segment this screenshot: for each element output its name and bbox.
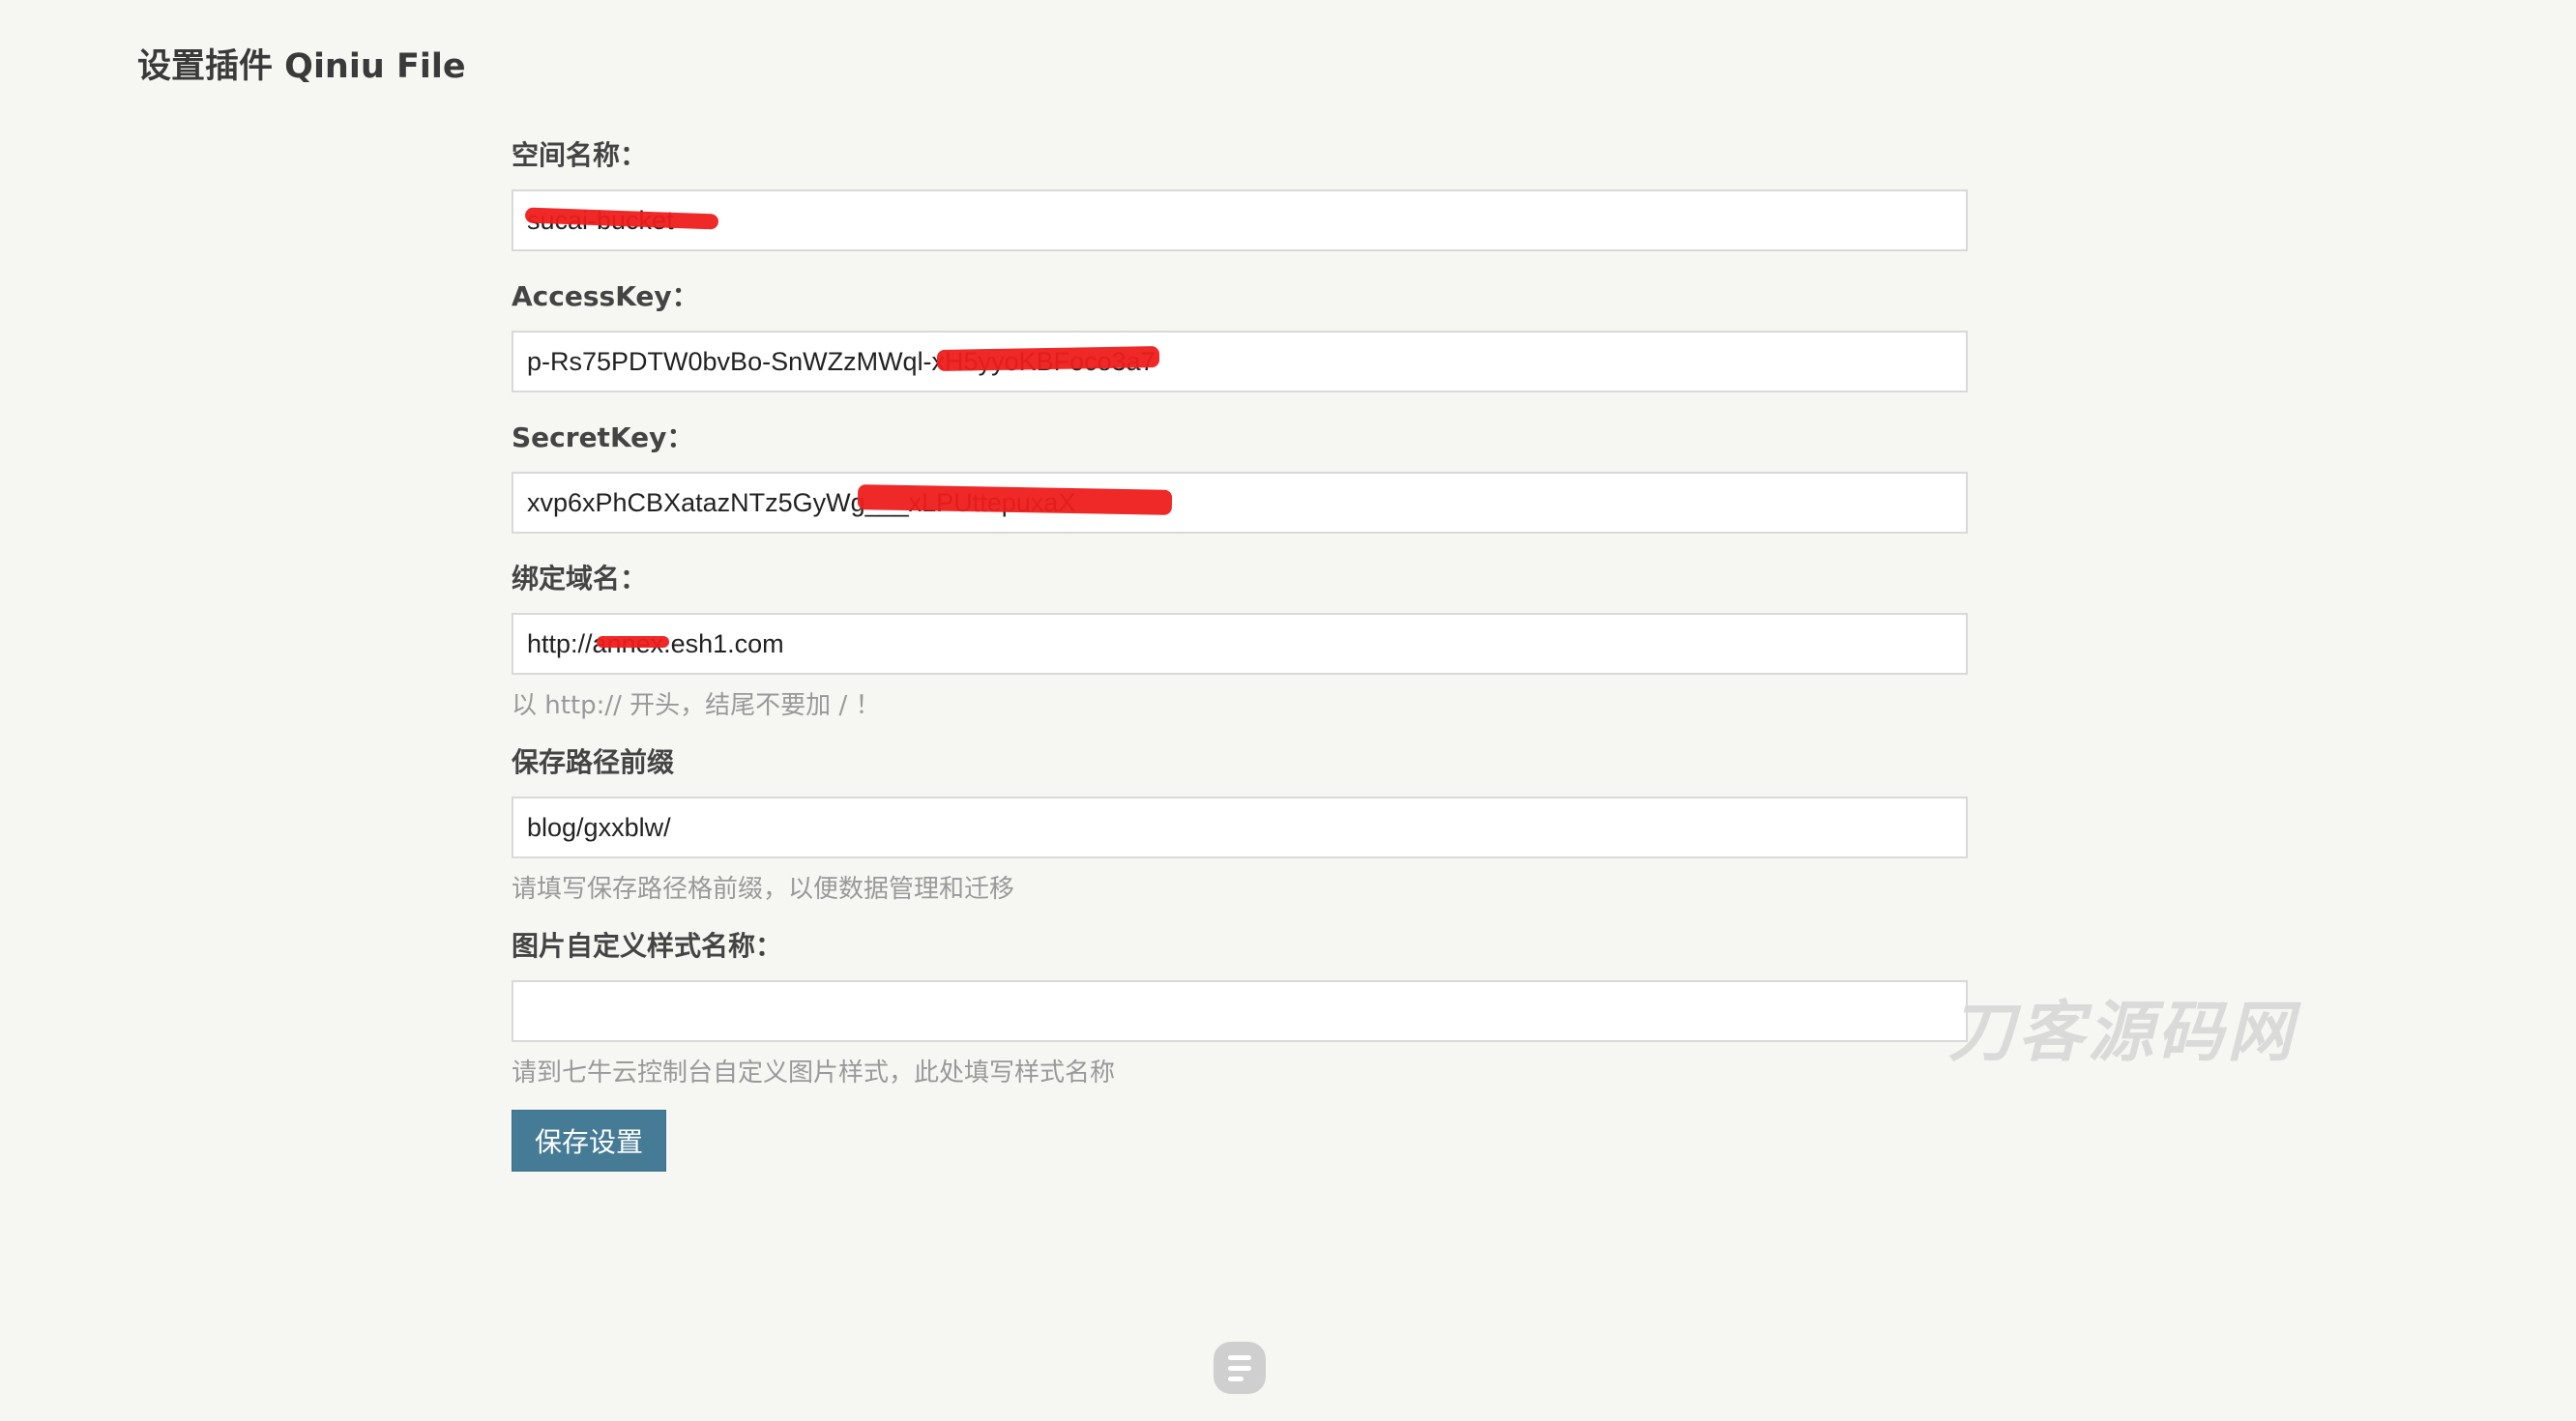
bucket-input-wrap bbox=[512, 189, 1968, 251]
save-settings-button[interactable]: 保存设置 bbox=[512, 1110, 666, 1172]
access-key-label: AccessKey： bbox=[512, 280, 699, 312]
image-style-group: 图片自定义样式名称： 请到七牛云控制台自定义图片样式，此处填写样式名称 bbox=[512, 926, 1968, 1092]
access-key-input[interactable] bbox=[512, 331, 1968, 392]
domain-group: 绑定域名： 以 http:// 开头，结尾不要加 / ！ bbox=[512, 559, 1968, 725]
menu-line bbox=[1228, 1354, 1251, 1360]
bucket-label: 空间名称： bbox=[512, 139, 648, 171]
image-style-label: 图片自定义样式名称： bbox=[512, 930, 783, 962]
path-prefix-hint: 请填写保存路径格前缀，以便数据管理和迁移 bbox=[512, 875, 1015, 904]
image-style-input[interactable] bbox=[512, 980, 1968, 1042]
domain-input[interactable] bbox=[512, 613, 1968, 675]
domain-hint: 以 http:// 开头，结尾不要加 / ！ bbox=[512, 691, 881, 720]
secret-key-label: SecretKey： bbox=[512, 421, 694, 453]
watermark-logo: 刀客源码网 bbox=[1948, 995, 2298, 1071]
bucket-group: 空间名称： bbox=[512, 135, 1968, 251]
access-key-group: AccessKey： bbox=[512, 276, 1968, 392]
secret-key-input-wrap bbox=[512, 472, 1968, 534]
path-prefix-input[interactable] bbox=[512, 797, 1968, 858]
bucket-input[interactable] bbox=[512, 189, 1968, 251]
image-style-hint: 请到七牛云控制台自定义图片样式，此处填写样式名称 bbox=[512, 1058, 1116, 1088]
plugin-settings-form: 空间名称： AccessKey： SecretKey： 绑定域名： bbox=[512, 135, 1968, 1172]
menu-line bbox=[1228, 1376, 1244, 1381]
settings-page: 设置插件 Qiniu File 空间名称： AccessKey： SecretK… bbox=[0, 0, 2576, 1421]
path-prefix-label: 保存路径前缀 bbox=[512, 746, 675, 778]
secret-key-group: SecretKey： bbox=[512, 418, 1968, 534]
domain-label: 绑定域名： bbox=[512, 563, 648, 594]
domain-input-wrap bbox=[512, 613, 1968, 675]
path-prefix-group: 保存路径前缀 请填写保存路径格前缀，以便数据管理和迁移 bbox=[512, 742, 1968, 909]
access-key-input-wrap bbox=[512, 331, 1968, 392]
secret-key-input[interactable] bbox=[512, 472, 1968, 534]
page-title: 设置插件 Qiniu File bbox=[137, 47, 466, 86]
menu-lines-icon[interactable] bbox=[1214, 1342, 1266, 1394]
menu-line bbox=[1228, 1365, 1251, 1371]
